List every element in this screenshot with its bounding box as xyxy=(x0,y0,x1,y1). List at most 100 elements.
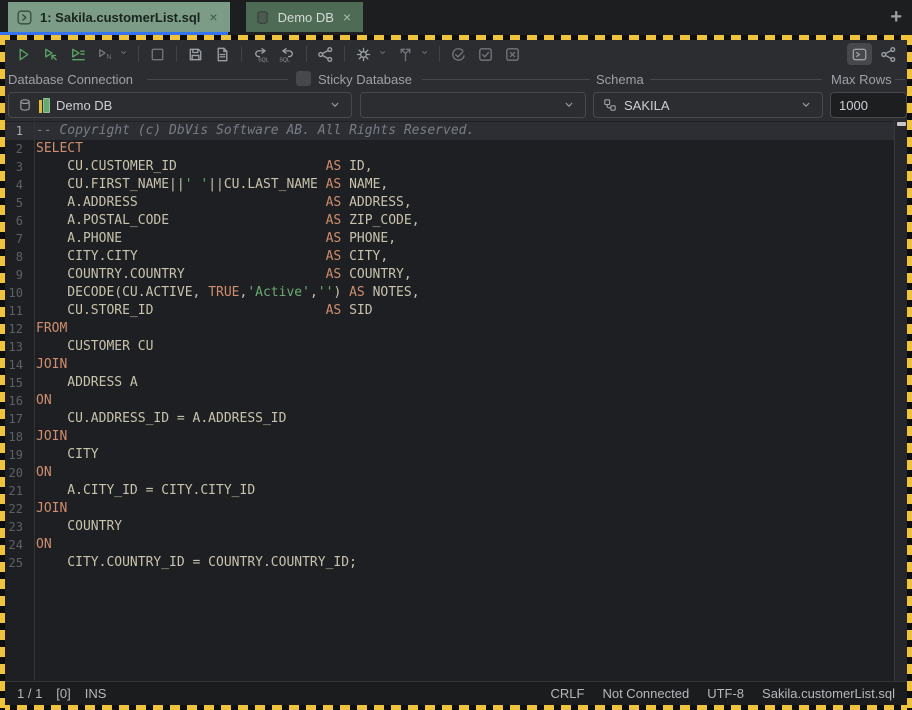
schema-icon xyxy=(602,97,618,113)
chevron-icon[interactable] xyxy=(378,43,391,65)
code-text: ADDRESS A xyxy=(29,374,138,392)
close-icon[interactable]: × xyxy=(207,9,219,25)
tab-label: Demo DB xyxy=(278,10,334,25)
editor-line: 14JOIN xyxy=(5,356,907,374)
close-icon[interactable]: × xyxy=(341,9,353,25)
editor-line: 4 CU.FIRST_NAME||' '||CU.LAST_NAME AS NA… xyxy=(5,176,907,194)
max-rows-label: Max Rows xyxy=(831,72,892,87)
database-connection-select[interactable]: Demo DB xyxy=(8,92,352,118)
new-tab-button[interactable]: + xyxy=(890,6,902,28)
connection-value: Demo DB xyxy=(56,98,112,113)
code-text: CITY xyxy=(29,446,99,464)
editor-line: 16ON xyxy=(5,392,907,410)
sticky-database-select[interactable] xyxy=(360,92,586,118)
svg-text:N: N xyxy=(106,52,111,60)
explain-icon[interactable]: N xyxy=(92,43,117,65)
run-icon[interactable] xyxy=(11,43,36,65)
code-text: A.PHONE AS PHONE, xyxy=(29,230,396,248)
editor-line: 7 A.PHONE AS PHONE, xyxy=(5,230,907,248)
line-number: 11 xyxy=(5,302,29,320)
save-icon[interactable] xyxy=(183,43,208,65)
code-text: CITY.CITY AS CITY, xyxy=(29,248,388,266)
editor-line: 23 COUNTRY xyxy=(5,518,907,536)
branch-icon[interactable] xyxy=(876,43,901,65)
editor-scrollbar[interactable] xyxy=(894,121,907,681)
sticky-database-label: Sticky Database xyxy=(318,72,412,87)
schema-select[interactable]: SAKILA xyxy=(593,92,823,118)
dbvis-window: 1: Sakila.customerList.sql × Demo DB × +… xyxy=(0,0,912,710)
sql-commander-icon[interactable] xyxy=(847,43,872,65)
editor-line: 3 CU.CUSTOMER_ID AS ID, xyxy=(5,158,907,176)
tab-sakila-customerlist-sql[interactable]: 1: Sakila.customerList.sql × xyxy=(8,2,230,32)
editor-line: 20ON xyxy=(5,464,907,482)
code-text: A.CITY_ID = CITY.CITY_ID xyxy=(29,482,255,500)
redo-sql-icon[interactable]: SQL xyxy=(275,43,300,65)
max-rows-value: 1000 xyxy=(839,98,868,113)
chevron-down-icon xyxy=(798,97,814,113)
sql-commander-icon xyxy=(16,9,33,26)
editor-status-bar: 1 / 1 [0] INS CRLF Not Connected UTF-8 S… xyxy=(5,681,907,705)
line-number: 25 xyxy=(5,554,29,572)
divider xyxy=(650,79,822,80)
chevron-icon[interactable] xyxy=(119,43,132,65)
code-text: CU.FIRST_NAME||' '||CU.LAST_NAME AS NAME… xyxy=(29,176,388,194)
code-text: -- Copyright (c) DbVis Software AB. All … xyxy=(29,122,474,140)
sql-editor[interactable]: 1-- Copyright (c) DbVis Software AB. All… xyxy=(5,121,907,681)
max-rows-input[interactable]: 1000 xyxy=(830,92,907,118)
editor-line-current: 1-- Copyright (c) DbVis Software AB. All… xyxy=(5,122,907,140)
gutter-divider xyxy=(34,121,35,681)
line-number: 2 xyxy=(5,140,29,158)
merge-icon[interactable] xyxy=(393,43,418,65)
editor-line: 24ON xyxy=(5,536,907,554)
code-text: COUNTRY.COUNTRY AS COUNTRY, xyxy=(29,266,412,284)
scrollbar-thumb[interactable] xyxy=(897,122,906,126)
line-separator-indicator: CRLF xyxy=(551,686,585,701)
connection-status-text: Not Connected xyxy=(602,686,689,701)
chevron-icon[interactable] xyxy=(420,43,433,65)
code-text: SELECT xyxy=(29,140,83,158)
ants-border-right xyxy=(907,35,912,710)
line-number: 22 xyxy=(5,500,29,518)
ants-border-bottom xyxy=(0,705,912,710)
line-number: 5 xyxy=(5,194,29,212)
line-number: 20 xyxy=(5,464,29,482)
save-as-icon[interactable] xyxy=(210,43,235,65)
line-number: 6 xyxy=(5,212,29,230)
database-connection-label: Database Connection xyxy=(8,72,133,87)
code-text: CUSTOMER CU xyxy=(29,338,153,356)
editor-line: 12FROM xyxy=(5,320,907,338)
line-number: 24 xyxy=(5,536,29,554)
line-number: 14 xyxy=(5,356,29,374)
undo-sql-icon[interactable]: SQL xyxy=(248,43,273,65)
connection-labels-row: Database Connection Sticky Database Sche… xyxy=(5,68,907,90)
branch-icon[interactable] xyxy=(313,43,338,65)
settings-icon[interactable] xyxy=(351,43,376,65)
tab-demo-db[interactable]: Demo DB × xyxy=(246,2,364,32)
toolbar-separator xyxy=(241,46,242,62)
commit-icon[interactable] xyxy=(446,43,471,65)
selection-frame: N SQL SQL Database Connection Sticky Datab… xyxy=(0,35,912,710)
code-text: A.ADDRESS AS ADDRESS, xyxy=(29,194,412,212)
line-number: 16 xyxy=(5,392,29,410)
insert-mode-indicator: INS xyxy=(85,686,107,701)
database-icon xyxy=(254,9,271,26)
code-text: ON xyxy=(29,392,52,410)
encoding-indicator: UTF-8 xyxy=(707,686,744,701)
schema-value: SAKILA xyxy=(624,98,670,113)
run-cursor-icon[interactable] xyxy=(38,43,63,65)
close-square-icon[interactable] xyxy=(500,43,525,65)
run-script-icon[interactable] xyxy=(65,43,90,65)
sql-toolbar: N SQL SQL xyxy=(5,40,907,68)
line-number: 3 xyxy=(5,158,29,176)
stop-icon[interactable] xyxy=(145,43,170,65)
sticky-database-checkbox[interactable] xyxy=(296,71,311,86)
line-number: 15 xyxy=(5,374,29,392)
code-text: DECODE(CU.ACTIVE, TRUE,'Active','') AS N… xyxy=(29,284,420,302)
check-square-icon[interactable] xyxy=(473,43,498,65)
svg-text:SQL: SQL xyxy=(279,57,290,63)
line-number: 8 xyxy=(5,248,29,266)
editor-line: 9 COUNTRY.COUNTRY AS COUNTRY, xyxy=(5,266,907,284)
editor-line: 5 A.ADDRESS AS ADDRESS, xyxy=(5,194,907,212)
toolbar-separator xyxy=(344,46,345,62)
code-text: ON xyxy=(29,464,52,482)
